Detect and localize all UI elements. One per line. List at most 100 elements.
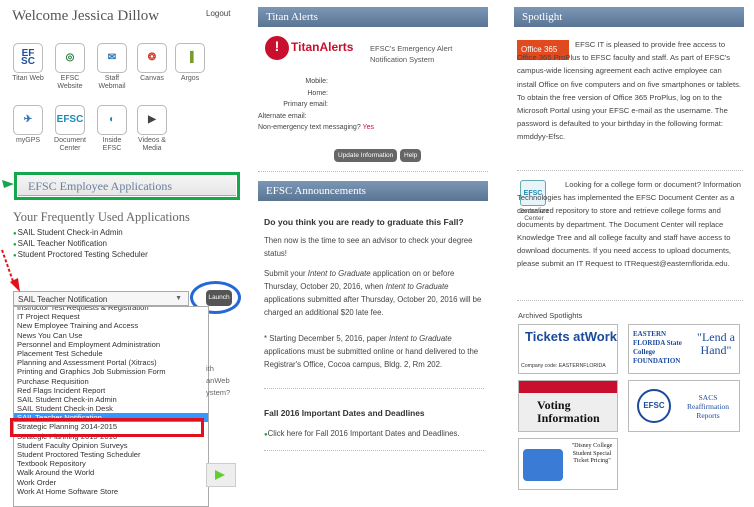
app-tile[interactable]: ◎ EFSC Website xyxy=(52,43,88,91)
field-label: Mobile: xyxy=(305,78,328,85)
disney-thumb[interactable]: "Disney College Student Special Ticket P… xyxy=(518,438,618,490)
application-dropdown-list[interactable]: Instructor Test Requests & Registration I… xyxy=(13,306,209,507)
disney-image-icon xyxy=(523,449,563,481)
lend-a-hand-thumb[interactable]: EASTERN FLORIDA State College FOUNDATION… xyxy=(628,324,740,374)
dropdown-option[interactable]: Textbook Repository xyxy=(14,459,208,468)
dropdown-option[interactable]: Walk Around the World xyxy=(14,468,208,477)
partial-text: ystem? xyxy=(206,388,231,397)
dropdown-option[interactable]: Personnel and Employment Administration xyxy=(14,340,208,349)
lend-a-hand-text: "Lend a Hand" xyxy=(697,330,735,357)
titan-alerts-header: Titan Alerts xyxy=(258,7,488,27)
efsc-website-icon: ◎ xyxy=(55,43,85,73)
alert-icon xyxy=(265,36,289,60)
dropdown-option[interactable]: Red Flags Incident Report xyxy=(14,386,208,395)
application-select-value: SAIL Teacher Notification xyxy=(18,295,108,304)
app-tile[interactable]: ✈ myGPS xyxy=(10,105,46,145)
app-label: Titan Web xyxy=(12,75,44,82)
app-label: myGPS xyxy=(15,137,41,144)
logout-link[interactable]: Logout xyxy=(206,9,230,18)
sacs-thumb[interactable]: EFSC SACS Reaffirmation Reports xyxy=(628,380,740,432)
text: Intent to Graduate xyxy=(385,282,449,291)
office-365-text: EFSC IT is pleased to provide free acces… xyxy=(517,40,741,142)
partial-text: anWeb xyxy=(206,376,230,385)
app-label: Videos & Media xyxy=(138,137,166,152)
tickets-at-work-thumb[interactable]: Tickets atWork Company code: EASTERNFLOR… xyxy=(518,324,618,374)
app-tile[interactable]: EFSC Document Center xyxy=(52,105,88,153)
voting-text: Voting Information xyxy=(537,398,600,425)
titan-alerts-logo: TitanAlerts xyxy=(291,40,354,54)
document-center-icon: EFSC xyxy=(55,105,85,135)
dates-link[interactable]: ●Click here for Fall 2016 Important Date… xyxy=(264,427,460,442)
app-tile[interactable]: EF SC Titan Web xyxy=(10,43,46,83)
spotlight-header: Spotlight xyxy=(514,7,744,27)
dates-title: Fall 2016 Important Dates and Deadlines xyxy=(264,408,425,418)
app-label: Canvas xyxy=(140,75,164,82)
text: applications submitted after Thursday, O… xyxy=(264,295,482,317)
app-label: EFSC Website xyxy=(57,75,83,90)
arrow-right-icon xyxy=(215,470,225,480)
archived-spotlights-title: Archived Spotlights xyxy=(518,311,583,320)
dropdown-option[interactable]: News You Can Use xyxy=(14,331,208,340)
dropdown-option[interactable]: Work Order xyxy=(14,478,208,487)
disney-text: "Disney College Student Special Ticket P… xyxy=(571,442,613,464)
app-label: Inside EFSC xyxy=(102,137,122,152)
app-label: Document Center xyxy=(54,137,86,152)
welcome-heading: Welcome Jessica Dillow xyxy=(12,8,160,24)
text: Intent to Graduate xyxy=(307,269,371,278)
app-tile[interactable]: ❂ Canvas xyxy=(134,43,170,83)
partial-widget xyxy=(206,463,236,487)
text: Submit your xyxy=(264,269,308,278)
dropdown-option[interactable]: Printing and Graphics Job Submission For… xyxy=(14,367,208,376)
app-tile[interactable]: ◐ Inside EFSC xyxy=(94,105,130,153)
tickets-code: Company code: EASTERNFLORIDA xyxy=(521,363,606,369)
frequent-app-link[interactable]: SAIL Teacher Notification xyxy=(13,239,148,250)
divider xyxy=(264,388,484,389)
dropdown-option[interactable]: SAIL Student Check-in Admin xyxy=(14,395,208,404)
partial-text: ith xyxy=(206,364,214,373)
dropdown-option[interactable]: Student Faculty Opinion Surveys xyxy=(14,441,208,450)
field-label: Primary email: xyxy=(283,101,328,109)
inside-efsc-icon: ◐ xyxy=(97,105,127,135)
annotation-arrow-icon xyxy=(1,249,20,292)
text: * Starting December 5, 2016, paper xyxy=(264,334,389,343)
announcement-paragraph: Then now is the time to see an advisor t… xyxy=(264,236,473,258)
dropdown-option[interactable]: IT Project Request xyxy=(14,312,208,321)
dropdown-option[interactable]: New Employee Training and Access xyxy=(14,321,208,330)
dropdown-option[interactable]: SAIL Student Check-in Desk xyxy=(14,404,208,413)
frequent-app-link[interactable]: Student Proctored Testing Scheduler xyxy=(13,250,148,261)
dropdown-option[interactable]: Work At Home Software Store xyxy=(14,487,208,496)
dropdown-option[interactable]: Purchase Requisition xyxy=(14,377,208,386)
sacs-seal-icon: EFSC xyxy=(637,389,671,423)
app-tile[interactable]: ▐ Argos xyxy=(172,43,208,83)
text: applications must be submitted online or… xyxy=(264,347,479,369)
update-information-button[interactable]: Update Information xyxy=(334,149,398,162)
application-select[interactable]: SAIL Teacher Notification ▼ xyxy=(13,291,189,306)
announcement-question: Do you think you are ready to graduate t… xyxy=(264,217,464,227)
help-button[interactable]: Help xyxy=(400,149,422,162)
frequent-apps-title: Your Frequently Used Applications xyxy=(13,210,190,224)
field-value: Yes xyxy=(362,124,374,132)
field-label: Non-emergency text messaging? xyxy=(258,124,361,132)
titan-web-icon: EF SC xyxy=(13,43,43,73)
dropdown-option[interactable]: Planning and Assessment Portal (Xitracs) xyxy=(14,358,208,367)
field-label: Alternate email: xyxy=(258,112,307,120)
divider xyxy=(264,450,484,451)
document-center-text: Looking for a college form or document? … xyxy=(517,180,742,269)
announcements-header: EFSC Announcements xyxy=(258,181,488,201)
foundation-logo: EASTERN FLORIDA State College FOUNDATION xyxy=(633,330,682,365)
announcement-paragraph: Submit your Intent to Graduate applicati… xyxy=(264,267,482,319)
divider xyxy=(258,171,488,172)
voting-information-thumb[interactable]: Voting Information xyxy=(518,380,618,432)
app-tile[interactable]: ▶ Videos & Media xyxy=(134,105,170,153)
frequent-app-link[interactable]: SAIL Student Check-in Admin xyxy=(13,228,148,239)
mygps-icon: ✈ xyxy=(13,105,43,135)
alert-contact-form: Mobile: Home: Primary email: Alternate e… xyxy=(258,76,374,134)
videos-media-icon: ▶ xyxy=(137,105,167,135)
field-label: Home: xyxy=(307,89,328,97)
chevron-down-icon: ▼ xyxy=(175,295,182,302)
dropdown-option[interactable]: Placement Test Schedule xyxy=(14,349,208,358)
dropdown-option[interactable]: Student Proctored Testing Scheduler xyxy=(14,450,208,459)
sacs-text: SACS Reaffirmation Reports xyxy=(687,393,729,420)
announcement-paragraph: * Starting December 5, 2016, paper Inten… xyxy=(264,332,482,371)
app-tile[interactable]: ✉ Staff Webmail xyxy=(94,43,130,91)
